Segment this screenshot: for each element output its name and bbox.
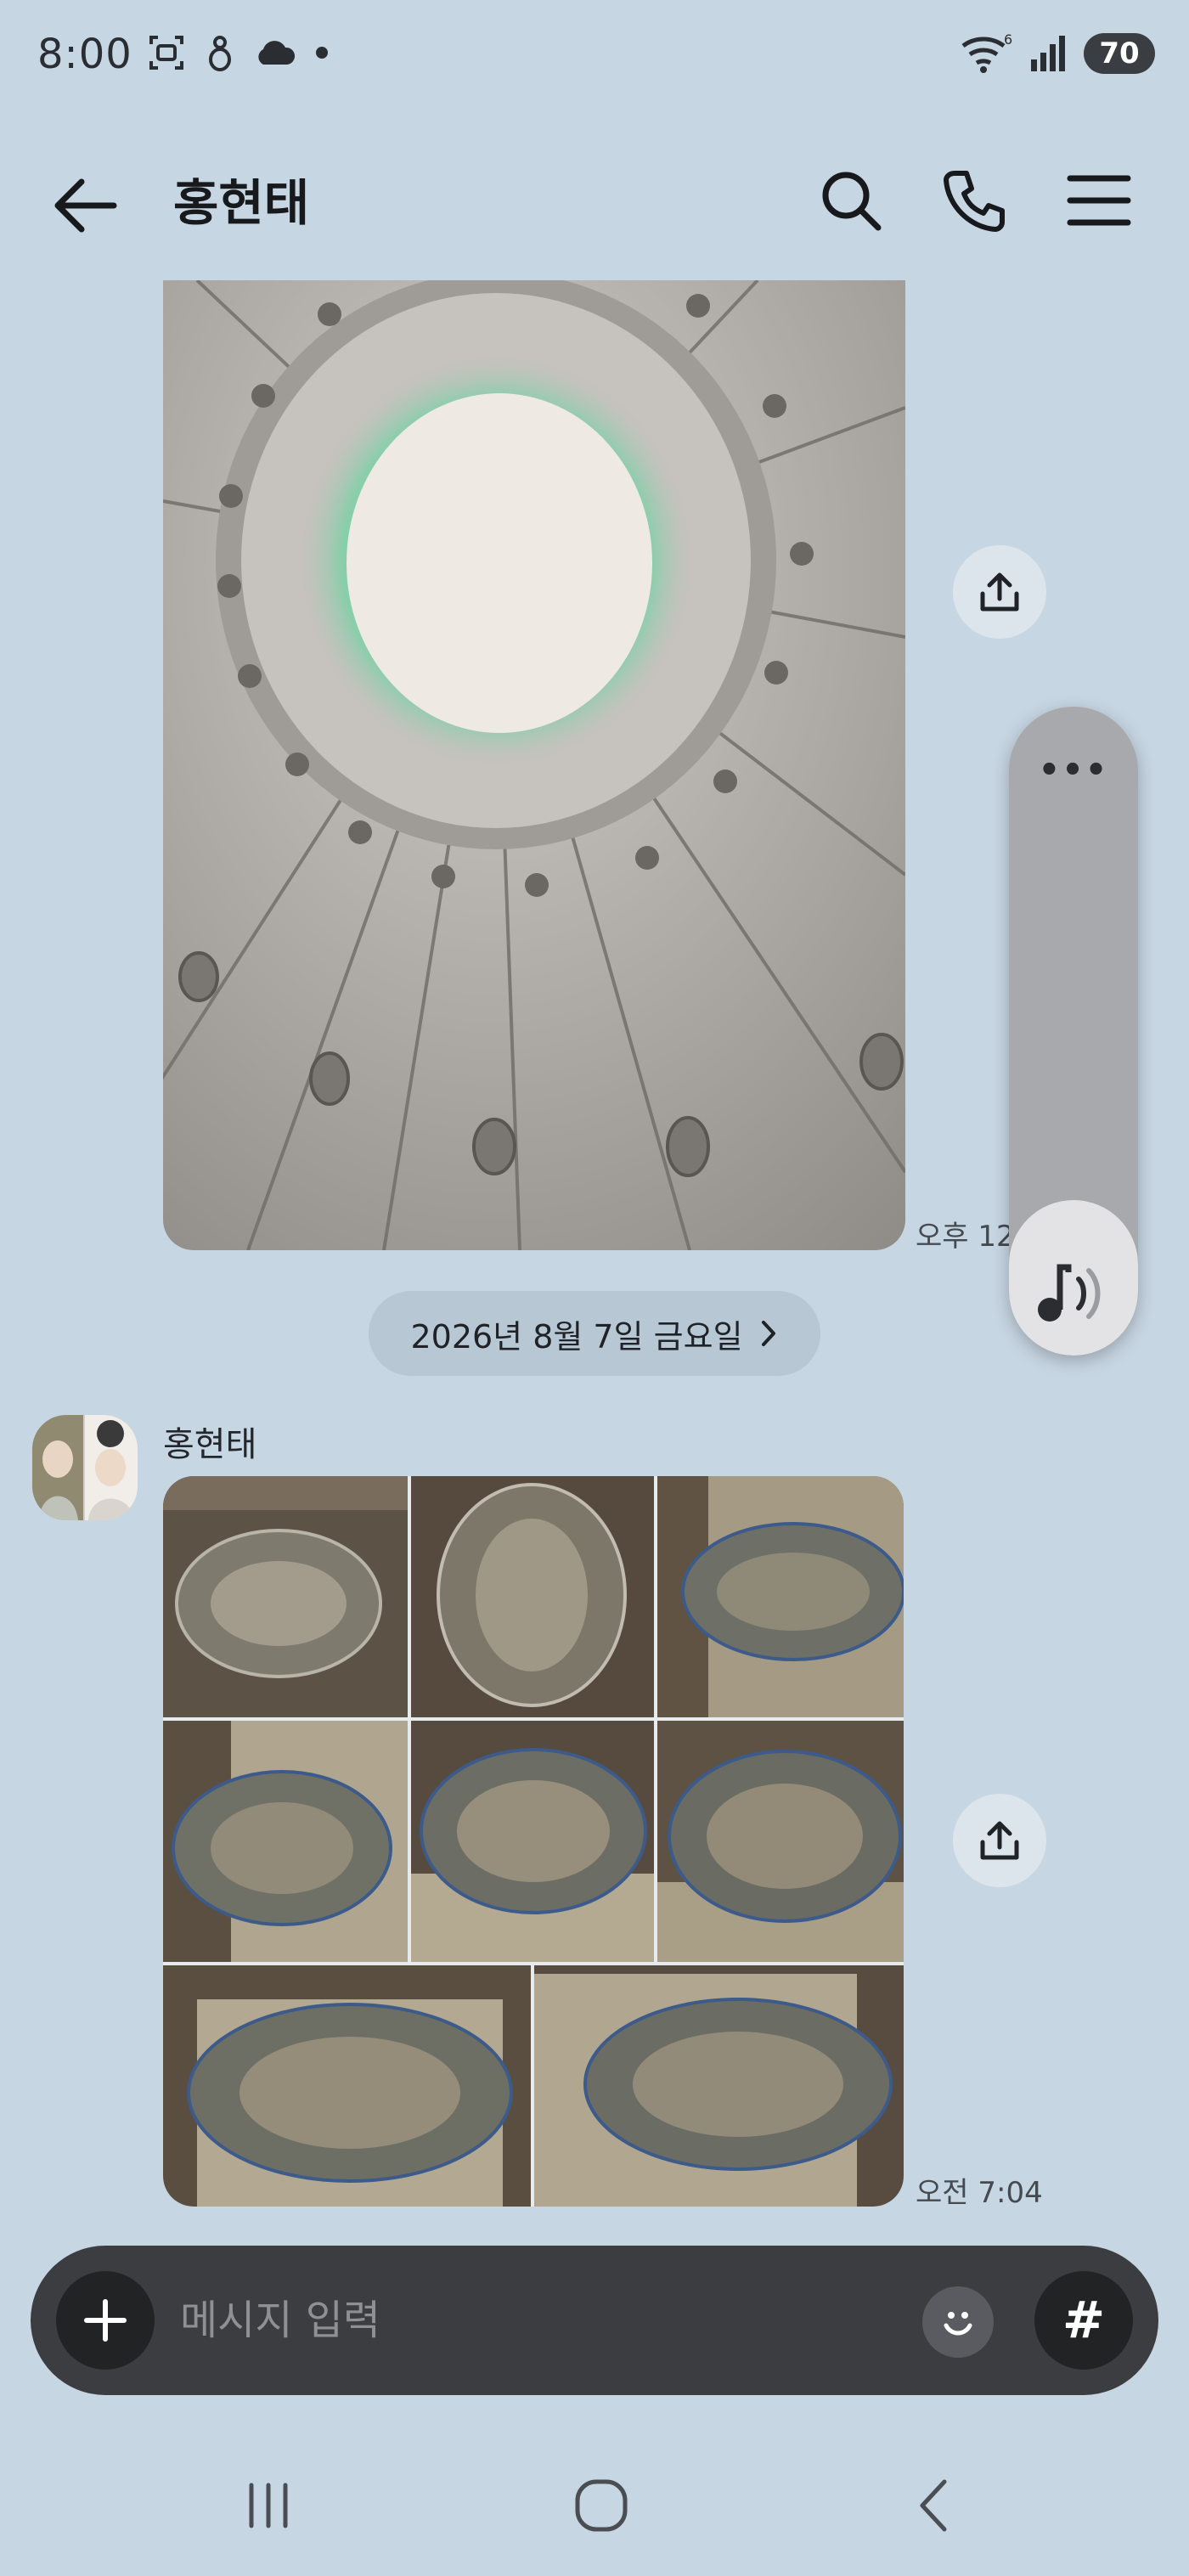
status-bar: 8:00 6 70 (0, 0, 1189, 110)
wifi-icon: 6 (961, 32, 1012, 73)
hand-icon (209, 36, 231, 71)
status-time: 8:00 (37, 31, 132, 78)
volume-slider[interactable]: ••• (1009, 707, 1138, 1356)
chevron-right-icon (761, 1321, 775, 1346)
message-time: 오후 12 (916, 1220, 1015, 1254)
phone-icon (944, 171, 1005, 232)
smiley-icon (944, 2312, 972, 2336)
music-volume-icon (1038, 1264, 1101, 1322)
grid-photo-3[interactable] (657, 1476, 904, 1717)
cloud-icon (258, 41, 296, 65)
grid-photo-2[interactable] (411, 1476, 654, 1717)
screenshot-icon (149, 36, 183, 70)
grid-photo-7[interactable] (163, 1965, 531, 2207)
avatar[interactable] (32, 1415, 138, 1520)
attach-button[interactable] (56, 2271, 155, 2370)
search-button[interactable] (809, 158, 893, 243)
chat-title: 홍현태 (173, 174, 310, 232)
signal-icon (1031, 36, 1065, 71)
hamburger-menu-icon (1067, 175, 1131, 226)
recent-apps-icon (249, 2483, 288, 2528)
grid-photo-8[interactable] (534, 1965, 904, 2207)
share-icon (980, 572, 1019, 612)
more-options-icon[interactable]: ••• (1009, 751, 1138, 790)
avatar-photo (32, 1415, 138, 1520)
system-nav-bar (0, 2446, 1189, 2556)
arrow-left-icon (54, 178, 117, 233)
date-divider[interactable]: 2026년 8월 7일 금요일 (369, 1291, 820, 1376)
share-button[interactable] (953, 545, 1046, 639)
emoji-button[interactable] (922, 2286, 994, 2358)
battery-indicator: 70 (1084, 33, 1155, 74)
recent-apps-button[interactable] (217, 2463, 319, 2548)
wifi-badge: 6 (1004, 32, 1012, 48)
back-button[interactable] (44, 158, 129, 243)
search-icon (822, 172, 882, 231)
home-button[interactable] (550, 2463, 652, 2548)
grid-photo-5[interactable] (411, 1721, 654, 1962)
chat-header: 홍현태 (0, 144, 1189, 246)
notification-dot-icon (316, 47, 328, 59)
date-divider-label: 2026년 8월 7일 금요일 (410, 1317, 743, 1356)
photo-grid-message[interactable] (163, 1476, 904, 2207)
message-input[interactable] (180, 2286, 927, 2354)
share-icon (980, 1821, 1019, 1860)
message-time-2: 오전 7:04 (916, 2176, 1043, 2210)
plus-icon (84, 2299, 127, 2342)
grid-photo-4[interactable] (163, 1721, 408, 1962)
call-button[interactable] (933, 158, 1017, 243)
status-icons-left (146, 32, 330, 73)
hashtag-button[interactable]: # (1034, 2271, 1133, 2370)
back-nav-button[interactable] (883, 2463, 985, 2548)
photo-message[interactable] (163, 280, 905, 1250)
sender-name: 홍현태 (163, 1425, 257, 1464)
home-icon (575, 2479, 628, 2532)
share-button-2[interactable] (953, 1794, 1046, 1887)
message-input-bar: # (31, 2246, 1158, 2395)
grid-photo-1[interactable] (163, 1476, 408, 1717)
status-icons-right: 6 70 (960, 32, 1155, 75)
chevron-left-icon (920, 2479, 947, 2532)
menu-button[interactable] (1057, 158, 1141, 243)
grid-photo-6[interactable] (657, 1721, 904, 1962)
ceiling-light-photo (163, 280, 905, 1250)
